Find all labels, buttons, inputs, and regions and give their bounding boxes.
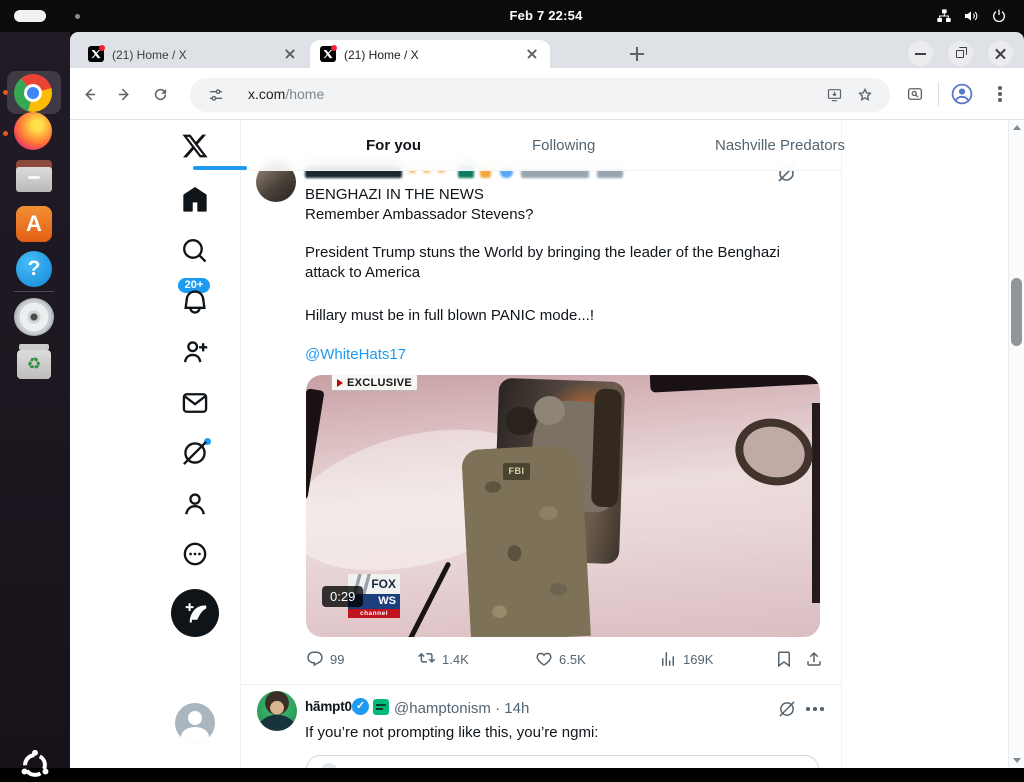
recycle-glyph: ♻ xyxy=(17,350,51,379)
folder-dash xyxy=(28,176,40,179)
reload-icon[interactable] xyxy=(152,86,169,103)
browser-tab-2-active[interactable]: (21) Home / X xyxy=(310,40,550,68)
url-text[interactable]: x.com/home xyxy=(248,86,324,102)
back-icon[interactable] xyxy=(81,86,98,103)
dock-divider xyxy=(14,291,54,292)
ubuntu-software-icon[interactable]: A xyxy=(16,206,52,242)
tab-close-icon[interactable] xyxy=(526,48,538,60)
tweet1-header-clipped: ★★★ xyxy=(70,120,1024,768)
network-icon[interactable] xyxy=(936,8,952,24)
x-favicon xyxy=(88,46,104,62)
clock[interactable]: Feb 7 22:54 xyxy=(34,8,1024,23)
chrome-running-dot xyxy=(3,90,8,95)
x-favicon xyxy=(320,46,336,62)
window-restore-button[interactable] xyxy=(948,41,973,66)
volume-icon[interactable] xyxy=(963,8,979,24)
tab-for-you[interactable]: For you xyxy=(366,137,421,154)
address-bar[interactable]: x.com/home xyxy=(190,78,890,112)
tab-strip: (21) Home / X (21) Home / X xyxy=(70,32,1024,68)
files-icon[interactable] xyxy=(16,160,52,192)
chrome-icon[interactable] xyxy=(14,74,52,112)
firefox-running-dot xyxy=(3,131,8,136)
ubuntu-logo-icon[interactable] xyxy=(18,748,52,782)
bookmark-star-icon[interactable] xyxy=(856,86,874,104)
window-close-button[interactable] xyxy=(988,41,1013,66)
firefox-icon[interactable] xyxy=(14,112,52,150)
notification-dot xyxy=(331,45,337,51)
new-tab-button[interactable] xyxy=(630,47,644,61)
tab-nashville-predators[interactable]: Nashville Predators xyxy=(715,137,845,154)
browser-tab-1[interactable]: (21) Home / X xyxy=(78,40,306,68)
help-icon[interactable]: ? xyxy=(16,251,52,287)
active-tab-underline xyxy=(193,166,247,170)
dock: A ? ♻ xyxy=(0,32,70,768)
site-settings-icon[interactable] xyxy=(208,87,224,103)
window-minimize-button[interactable] xyxy=(908,41,933,66)
notification-dot xyxy=(99,45,105,51)
browser-menu-icon[interactable] xyxy=(998,86,1002,102)
tab-following[interactable]: Following xyxy=(532,137,595,154)
power-icon[interactable] xyxy=(991,8,1007,24)
tab-title: (21) Home / X xyxy=(112,48,272,62)
system-top-bar: Feb 7 22:54 xyxy=(0,0,1024,32)
page-content: 20+ For you Following Nashville Predator… xyxy=(70,120,1024,768)
folder-front xyxy=(16,167,52,192)
search-tabs-icon[interactable] xyxy=(906,85,924,103)
timeline-header: For you Following Nashville Predators xyxy=(241,120,841,171)
url-path: /home xyxy=(285,86,324,102)
tab-title: (21) Home / X xyxy=(344,48,514,62)
toolbar-divider xyxy=(938,82,939,106)
url-host: x.com xyxy=(248,86,285,102)
forward-icon[interactable] xyxy=(116,86,133,103)
browser-toolbar: x.com/home xyxy=(70,68,1024,120)
tab-close-icon[interactable] xyxy=(284,48,296,60)
profile-avatar-icon[interactable] xyxy=(950,82,974,106)
trash-icon[interactable]: ♻ xyxy=(16,344,52,380)
install-app-icon[interactable] xyxy=(826,87,843,103)
disk-icon[interactable] xyxy=(14,298,54,336)
